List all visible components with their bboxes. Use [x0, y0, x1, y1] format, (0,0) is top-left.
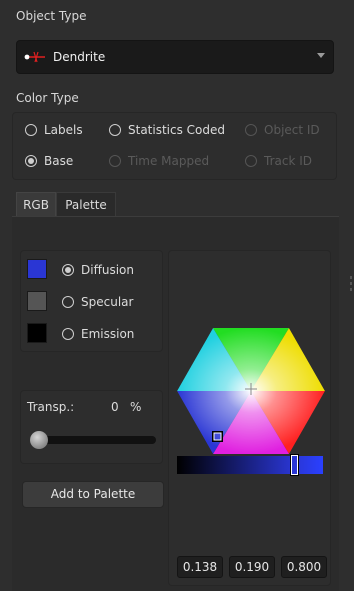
- radio-label: Base: [44, 154, 74, 168]
- radio-emission[interactable]: Emission: [62, 327, 134, 341]
- object-type-title: Object Type: [16, 9, 87, 23]
- object-type-dropdown[interactable]: Dendrite: [16, 40, 334, 74]
- dendrite-icon: [24, 51, 45, 63]
- radio-circle: [245, 124, 257, 136]
- transparency-value: 0: [111, 400, 119, 414]
- radio-base[interactable]: Base: [25, 154, 73, 168]
- transparency-label: Transp.:: [27, 400, 75, 414]
- emission-swatch[interactable]: [27, 323, 47, 343]
- diffusion-swatch[interactable]: [27, 259, 47, 279]
- splitter-dot: [350, 282, 352, 285]
- blue-value-field[interactable]: 0.800: [281, 556, 327, 578]
- radio-label: Diffusion: [81, 263, 134, 277]
- radio-object-id[interactable]: Object ID: [245, 123, 320, 137]
- radio-circle: [62, 296, 74, 308]
- red-value-field[interactable]: 0.138: [177, 556, 223, 578]
- radio-label: Statistics Coded: [128, 123, 226, 137]
- radio-circle: [109, 124, 121, 136]
- add-to-palette-button[interactable]: Add to Palette: [22, 481, 164, 508]
- splitter-handle[interactable]: [350, 276, 352, 279]
- green-value-field[interactable]: 0.190: [229, 556, 275, 578]
- radio-time-mapped[interactable]: Time Mapped: [109, 154, 209, 168]
- radio-statistics-coded[interactable]: Statistics Coded: [109, 123, 225, 137]
- radio-label: Object ID: [264, 123, 320, 137]
- radio-track-id[interactable]: Track ID: [245, 154, 312, 168]
- radio-circle: [25, 155, 37, 167]
- radio-circle: [25, 124, 37, 136]
- radio-circle: [245, 155, 257, 167]
- brightness-handle[interactable]: [289, 454, 299, 476]
- transparency-slider-thumb[interactable]: [30, 431, 48, 449]
- tab-rgb[interactable]: RGB: [16, 192, 56, 216]
- radio-label: Emission: [81, 327, 135, 341]
- object-type-value: Dendrite: [53, 50, 106, 64]
- specular-swatch[interactable]: [27, 291, 47, 311]
- color-type-title: Color Type: [16, 91, 79, 105]
- radio-labels[interactable]: Labels: [25, 123, 83, 137]
- tab-palette[interactable]: Palette: [56, 192, 116, 216]
- radio-label: Specular: [81, 295, 134, 309]
- transparency-unit: %: [130, 400, 142, 414]
- splitter-dot: [350, 288, 352, 291]
- radio-label: Time Mapped: [128, 154, 210, 168]
- chevron-down-icon: [317, 53, 325, 58]
- radio-circle: [62, 328, 74, 340]
- radio-circle: [109, 155, 121, 167]
- radio-diffusion[interactable]: Diffusion: [62, 263, 134, 277]
- radio-circle: [62, 264, 74, 276]
- color-hexagon[interactable]: [177, 328, 325, 454]
- radio-label: Track ID: [264, 154, 312, 168]
- radio-label: Labels: [44, 123, 83, 137]
- radio-specular[interactable]: Specular: [62, 295, 133, 309]
- brightness-bar[interactable]: [177, 456, 323, 474]
- transparency-slider-track[interactable]: [30, 436, 156, 444]
